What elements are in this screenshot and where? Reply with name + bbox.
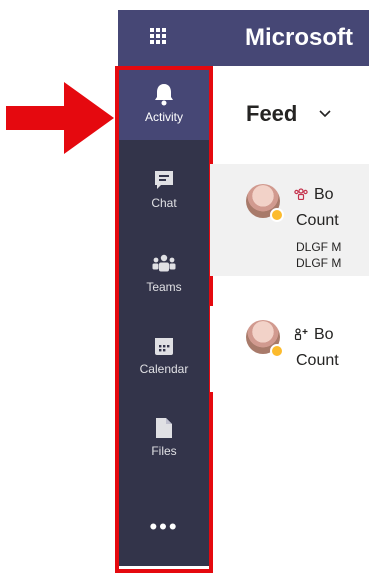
feed-item-subtitle: Count (296, 212, 339, 229)
status-away-icon (270, 208, 284, 222)
rail-label-files: Files (151, 444, 177, 458)
feed-item-heading-text: Bo (314, 326, 334, 343)
chat-icon (152, 168, 176, 192)
pointer-arrow-icon (6, 82, 114, 154)
feed-item-detail: DLGF M (296, 240, 342, 254)
calendar-icon (152, 334, 176, 358)
feed-item-detail: DLGF M (296, 256, 342, 270)
more-apps-button[interactable]: ••• (118, 514, 210, 540)
rail-label-chat: Chat (151, 196, 177, 210)
rail-item-files[interactable]: Files (118, 400, 210, 474)
feed-title[interactable]: Feed (246, 101, 297, 127)
rail-item-calendar[interactable]: Calendar (118, 318, 210, 392)
app-launcher-icon[interactable] (150, 28, 166, 44)
feed-item-heading: Bo (294, 326, 334, 344)
rail-label-activity: Activity (144, 110, 183, 124)
bell-icon (152, 82, 176, 106)
rail-label-calendar: Calendar (139, 362, 189, 376)
add-people-icon (294, 328, 308, 340)
rail-label-teams: Teams (146, 280, 182, 294)
feed-item[interactable]: Bo Count DLGF M DLGF M (210, 164, 369, 276)
file-icon (152, 416, 176, 440)
rail-item-teams[interactable]: Teams (118, 236, 210, 310)
feed-item-heading-text: Bo (314, 186, 334, 203)
top-bar: Microsoft (118, 10, 369, 66)
rail-item-activity[interactable]: Activity (118, 66, 210, 140)
feed-item-heading: Bo (294, 186, 334, 204)
feed-item[interactable]: Bo Count (210, 306, 369, 392)
left-app-rail: Activity Chat Teams Calendar Files ••• (118, 66, 210, 566)
feed-item-subtitle: Count (296, 352, 339, 369)
people-icon (294, 188, 308, 200)
chevron-down-icon[interactable] (318, 108, 332, 120)
status-away-icon (270, 344, 284, 358)
teams-icon (152, 252, 176, 276)
app-title: Microsoft (245, 24, 353, 51)
rail-item-chat[interactable]: Chat (118, 152, 210, 226)
